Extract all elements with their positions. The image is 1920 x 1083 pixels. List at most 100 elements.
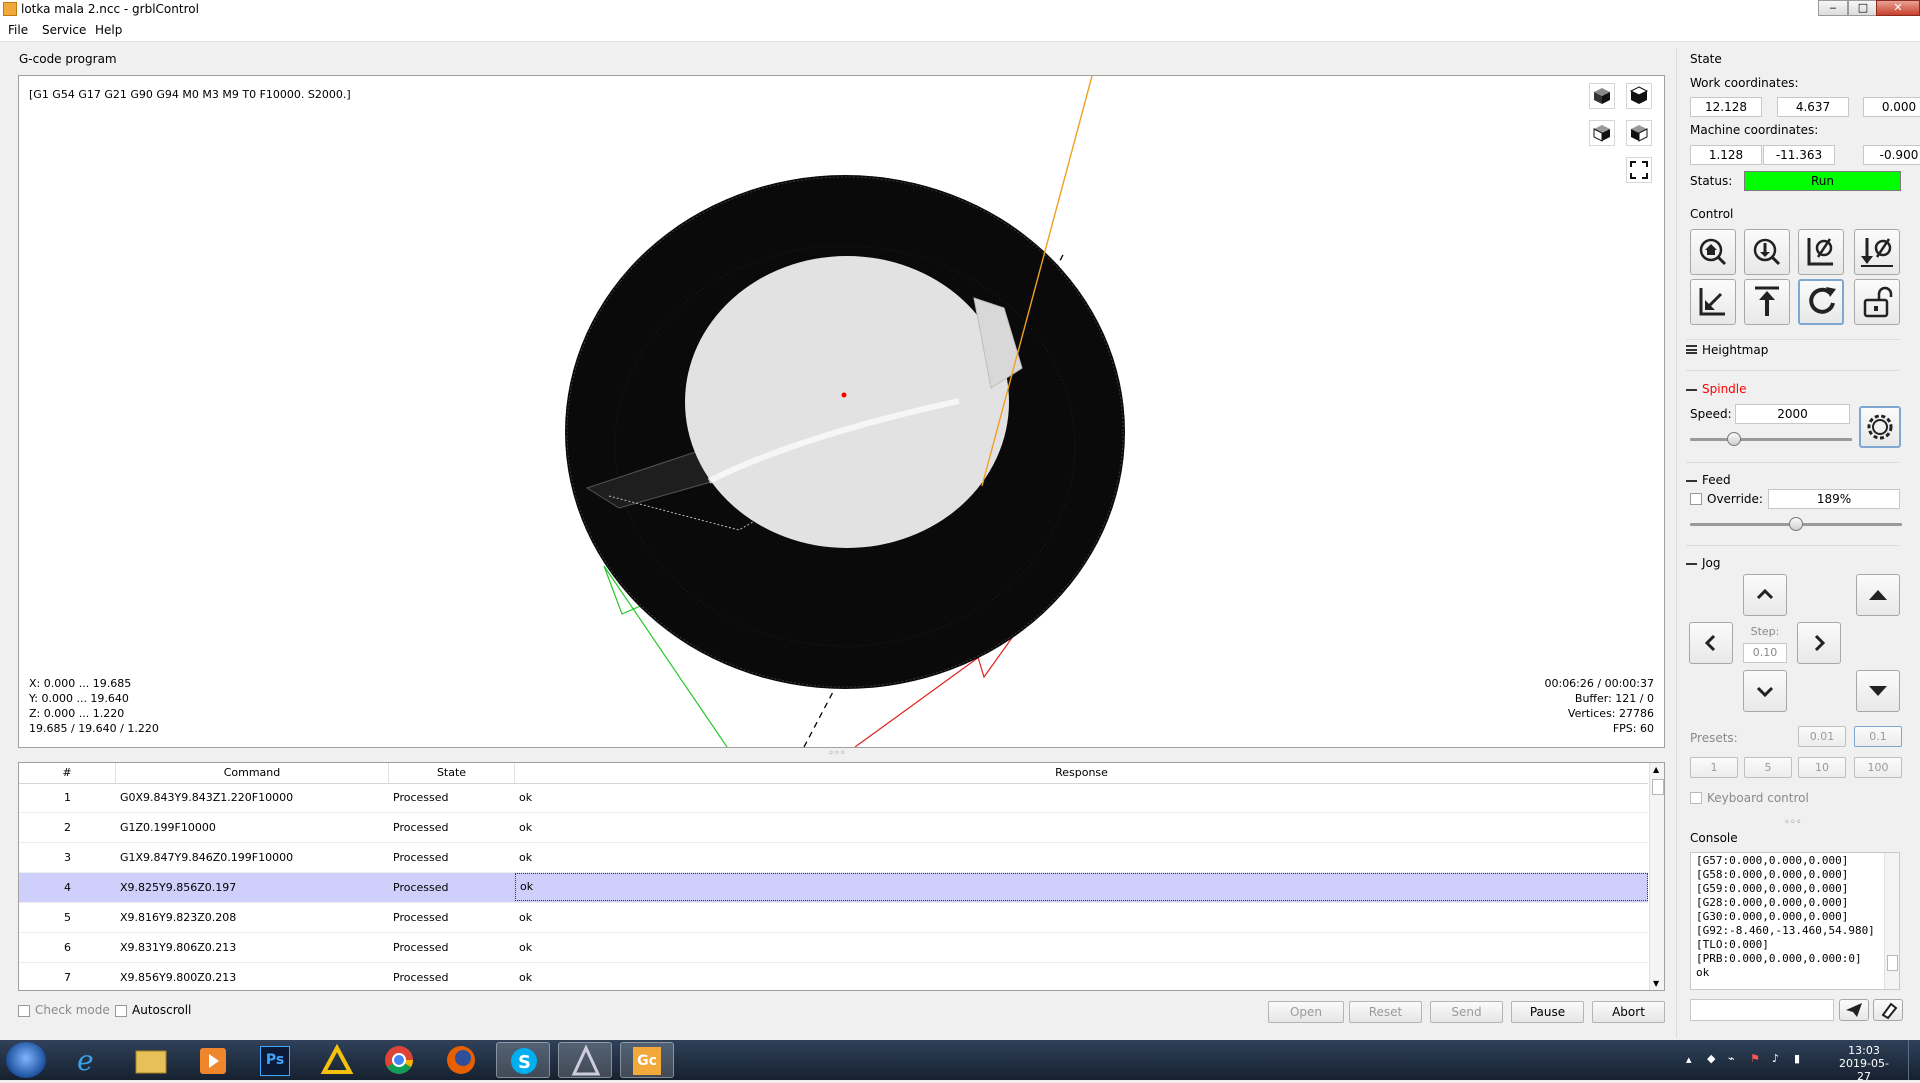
table-row[interactable]: 2 G1Z0.199F10000 Processed ok bbox=[19, 813, 1648, 843]
menu-file[interactable]: File bbox=[8, 23, 28, 37]
command-input[interactable] bbox=[1690, 999, 1834, 1021]
chrome-icon[interactable] bbox=[372, 1042, 426, 1078]
view-top-button[interactable] bbox=[1626, 83, 1652, 109]
jog-y-minus-button[interactable] bbox=[1743, 670, 1787, 712]
usb-icon[interactable]: ⌁ bbox=[1728, 1052, 1735, 1065]
console-scrollbar-thumb[interactable] bbox=[1887, 955, 1898, 971]
row-command: G1Z0.199F10000 bbox=[120, 821, 216, 834]
heightmap-title[interactable]: Heightmap bbox=[1702, 343, 1768, 357]
show-desktop-button[interactable] bbox=[1908, 1040, 1920, 1080]
spindle-speed-input[interactable]: 2000 bbox=[1735, 404, 1850, 424]
zero-xy-button[interactable] bbox=[1798, 229, 1844, 275]
spindle-toggle-button[interactable] bbox=[1859, 406, 1901, 448]
menu-help[interactable]: Help bbox=[95, 23, 122, 37]
jog-x-minus-button[interactable] bbox=[1689, 622, 1733, 664]
col-number[interactable]: # bbox=[19, 763, 116, 783]
heightmap-menu-icon[interactable] bbox=[1686, 345, 1697, 354]
clear-console-button[interactable] bbox=[1873, 999, 1903, 1021]
view-front-button[interactable] bbox=[1589, 120, 1615, 146]
feed-override-input[interactable]: 189% bbox=[1768, 489, 1900, 509]
table-row[interactable]: 6 X9.831Y9.806Z0.213 Processed ok bbox=[19, 933, 1648, 963]
table-row[interactable]: 4 X9.825Y9.856Z0.197 Processed ok bbox=[19, 873, 1648, 903]
keyboard-control-checkbox[interactable] bbox=[1690, 792, 1702, 804]
photoshop-icon[interactable]: Ps bbox=[248, 1042, 302, 1078]
network-icon[interactable]: ▮ bbox=[1794, 1052, 1800, 1065]
table-row[interactable]: 5 X9.816Y9.823Z0.208 Processed ok bbox=[19, 903, 1648, 933]
override-checkbox[interactable] bbox=[1690, 493, 1702, 505]
cad-app-icon[interactable] bbox=[558, 1042, 612, 1078]
zero-z-button[interactable] bbox=[1854, 229, 1900, 275]
restore-origin-button[interactable] bbox=[1690, 279, 1736, 325]
flag-icon[interactable]: ⚑ bbox=[1750, 1052, 1760, 1065]
table-scrollbar[interactable]: ▲ ▼ bbox=[1649, 763, 1664, 990]
scrollbar-thumb[interactable] bbox=[1652, 779, 1664, 795]
jog-title[interactable]: Jog bbox=[1702, 556, 1721, 570]
col-state[interactable]: State bbox=[389, 763, 515, 783]
console-scrollbar[interactable] bbox=[1884, 853, 1899, 989]
volume-icon[interactable]: ♪ bbox=[1772, 1052, 1779, 1065]
col-response[interactable]: Response bbox=[515, 763, 1648, 783]
fit-view-button[interactable] bbox=[1626, 157, 1652, 183]
jog-step-input[interactable]: 0.10 bbox=[1743, 643, 1787, 663]
preset-0.1-button[interactable]: 0.1 bbox=[1854, 726, 1902, 747]
internet-explorer-icon[interactable]: e bbox=[62, 1042, 116, 1078]
autoscroll-checkbox[interactable] bbox=[115, 1005, 127, 1017]
zero-probe-button[interactable] bbox=[1744, 229, 1790, 275]
panel-splitter-handle[interactable]: ◦◦◦ bbox=[1784, 817, 1802, 828]
preset-100-button[interactable]: 100 bbox=[1854, 757, 1902, 778]
abort-button[interactable]: Abort bbox=[1592, 1001, 1665, 1023]
safe-position-button[interactable] bbox=[1744, 279, 1790, 325]
send-command-button[interactable] bbox=[1839, 999, 1869, 1021]
close-button[interactable]: ✕ bbox=[1876, 0, 1920, 16]
spindle-slider-track[interactable] bbox=[1690, 438, 1852, 441]
check-mode-checkbox[interactable] bbox=[18, 1005, 30, 1017]
warning-app-icon[interactable] bbox=[310, 1042, 364, 1078]
preset-10-button[interactable]: 10 bbox=[1798, 757, 1846, 778]
pause-button[interactable]: Pause bbox=[1511, 1001, 1584, 1023]
col-command[interactable]: Command bbox=[116, 763, 389, 783]
feed-title[interactable]: Feed bbox=[1702, 473, 1731, 487]
program-table[interactable]: # Command State Response 1 G0X9.843Y9.843… bbox=[18, 762, 1665, 991]
preset-0.01-button[interactable]: 0.01 bbox=[1798, 726, 1846, 747]
console-output[interactable]: [G57:0.000,0.000,0.000] [G58:0.000,0.000,… bbox=[1690, 852, 1900, 990]
preset-5-button[interactable]: 5 bbox=[1744, 757, 1792, 778]
unlock-button[interactable] bbox=[1854, 279, 1900, 325]
open-button[interactable]: Open bbox=[1268, 1001, 1344, 1023]
send-button[interactable]: Send bbox=[1430, 1001, 1503, 1023]
jog-x-plus-button[interactable] bbox=[1797, 622, 1841, 664]
jog-z-plus-button[interactable] bbox=[1856, 574, 1900, 616]
table-row[interactable]: 1 G0X9.843Y9.843Z1.220F10000 Processed ok bbox=[19, 783, 1648, 813]
spindle-slider-knob[interactable] bbox=[1727, 432, 1741, 446]
jog-y-plus-button[interactable] bbox=[1743, 574, 1787, 616]
spindle-title[interactable]: Spindle bbox=[1702, 382, 1747, 396]
table-row[interactable]: 3 G1X9.847Y9.846Z0.199F10000 Processed ok bbox=[19, 843, 1648, 873]
skype-icon[interactable]: S bbox=[496, 1042, 550, 1078]
jog-z-minus-button[interactable] bbox=[1856, 670, 1900, 712]
reset-button[interactable] bbox=[1798, 279, 1844, 325]
collapse-jog-icon[interactable] bbox=[1686, 563, 1697, 565]
preset-1-button[interactable]: 1 bbox=[1690, 757, 1738, 778]
feed-slider-knob[interactable] bbox=[1789, 517, 1803, 531]
menu-service[interactable]: Service bbox=[42, 23, 86, 37]
maximize-button[interactable]: □ bbox=[1848, 0, 1878, 16]
minimize-button[interactable]: ‒ bbox=[1818, 0, 1848, 16]
gcode-3d-view[interactable]: [G1 G54 G17 G21 G90 G94 M0 M3 M9 T0 F100… bbox=[18, 75, 1665, 748]
scroll-down-icon[interactable]: ▼ bbox=[1653, 979, 1659, 988]
grblcontrol-icon[interactable]: Gc bbox=[620, 1042, 674, 1078]
collapse-spindle-icon[interactable] bbox=[1686, 389, 1697, 391]
firefox-icon[interactable] bbox=[434, 1042, 488, 1078]
table-row[interactable]: 7 X9.856Y9.800Z0.213 Processed ok bbox=[19, 963, 1648, 990]
file-explorer-icon[interactable] bbox=[124, 1042, 178, 1078]
clock[interactable]: 13:03 2019-05-27 bbox=[1834, 1044, 1894, 1083]
splitter-handle[interactable]: ◦◦◦ bbox=[828, 748, 846, 759]
collapse-feed-icon[interactable] bbox=[1686, 480, 1697, 482]
view-left-button[interactable] bbox=[1626, 120, 1652, 146]
home-button[interactable] bbox=[1690, 229, 1736, 275]
view-iso-button[interactable] bbox=[1589, 83, 1615, 109]
windows-start-icon[interactable] bbox=[6, 1042, 46, 1078]
tray-expand-icon[interactable]: ▴ bbox=[1686, 1053, 1692, 1066]
media-player-icon[interactable] bbox=[186, 1042, 240, 1078]
scroll-up-icon[interactable]: ▲ bbox=[1653, 765, 1659, 774]
reset-button[interactable]: Reset bbox=[1349, 1001, 1422, 1023]
dropbox-icon[interactable]: ◆ bbox=[1707, 1052, 1715, 1065]
